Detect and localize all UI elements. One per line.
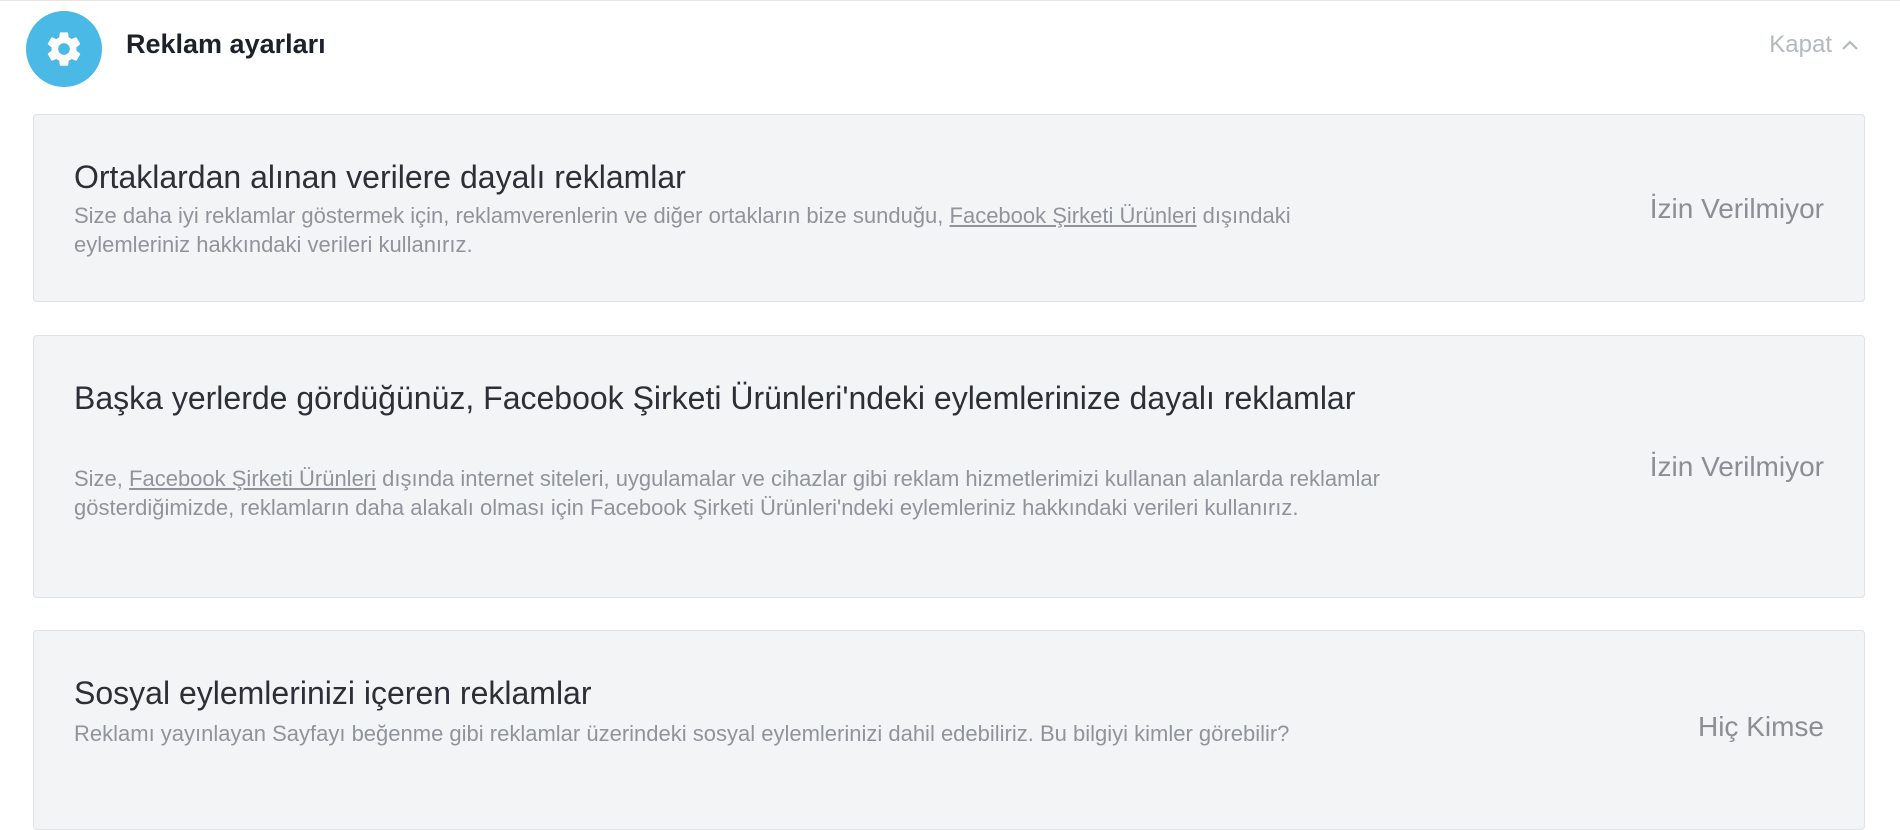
chevron-up-icon — [1842, 40, 1858, 50]
setting-title: Sosyal eylemlerinizi içeren reklamlar — [74, 675, 592, 711]
ad-setting-card[interactable]: Sosyal eylemlerinizi içeren reklamlar Re… — [33, 630, 1865, 830]
setting-description: Size, Facebook Şirketi Ürünleri dışında … — [74, 464, 1404, 522]
collapse-button[interactable]: Kapat — [1769, 31, 1860, 59]
section-header: Reklam ayarları Kapat — [0, 0, 1900, 100]
gear-icon — [26, 11, 102, 87]
collapse-label: Kapat — [1769, 31, 1832, 58]
ad-setting-card[interactable]: Ortaklardan alınan verilere dayalı rekla… — [33, 114, 1865, 302]
setting-description: Size daha iyi reklamlar göstermek için, … — [74, 201, 1404, 259]
section-title: Reklam ayarları — [126, 29, 326, 59]
setting-title: Ortaklardan alınan verilere dayalı rekla… — [74, 159, 686, 195]
description-text: Size, — [74, 466, 130, 491]
description-text: Size daha iyi reklamlar göstermek için, … — [74, 203, 950, 228]
setting-status[interactable]: İzin Verilmiyor — [1650, 451, 1824, 483]
setting-description: Reklamı yayınlayan Sayfayı beğenme gibi … — [74, 721, 1290, 746]
setting-status[interactable]: Hiç Kimse — [1698, 711, 1824, 743]
facebook-products-link[interactable]: Facebook Şirketi Ürünleri — [129, 466, 376, 491]
setting-title: Başka yerlerde gördüğünüz, Facebook Şirk… — [74, 380, 1356, 416]
ad-setting-card[interactable]: Başka yerlerde gördüğünüz, Facebook Şirk… — [33, 335, 1865, 598]
setting-status[interactable]: İzin Verilmiyor — [1650, 193, 1824, 225]
facebook-products-link[interactable]: Facebook Şirketi Ürünleri — [950, 203, 1197, 228]
